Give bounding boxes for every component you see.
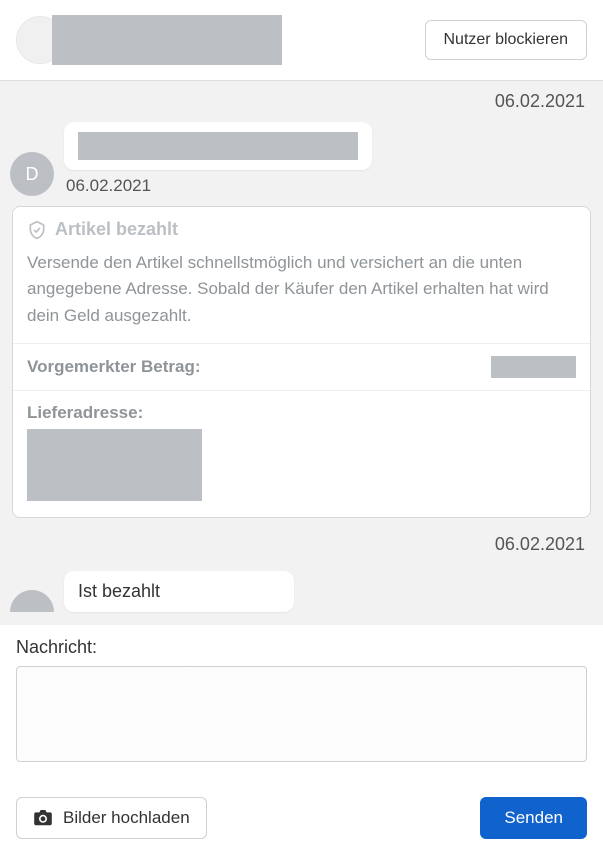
chat-scroll-area[interactable]: 06.02.2021 D 06.02.2021 Artikel bezahlt … xyxy=(0,80,603,625)
compose-actions: Bilder hochladen Senden xyxy=(16,797,587,839)
message-timestamp: 06.02.2021 xyxy=(66,176,372,196)
delivery-address-redacted xyxy=(27,429,202,501)
date-separator: 06.02.2021 xyxy=(10,528,593,567)
delivery-address-row: Lieferadresse: xyxy=(13,391,590,517)
reserved-amount-label: Vorgemerkter Betrag: xyxy=(27,357,201,377)
message-avatar[interactable] xyxy=(10,590,54,612)
reserved-amount-redacted xyxy=(491,356,576,378)
conversation-header: Nutzer blockieren xyxy=(0,0,603,80)
block-user-button[interactable]: Nutzer blockieren xyxy=(425,20,588,60)
header-user-area xyxy=(16,15,282,65)
camera-icon xyxy=(33,810,53,826)
message-bubble xyxy=(64,122,372,170)
reserved-amount-row: Vorgemerkter Betrag: xyxy=(13,344,590,391)
card-instructions: Versende den Artikel schnellstmöglich un… xyxy=(13,246,590,344)
shield-check-icon xyxy=(27,220,47,240)
upload-images-button[interactable]: Bilder hochladen xyxy=(16,797,207,839)
upload-button-label: Bilder hochladen xyxy=(63,808,190,828)
message-row: D 06.02.2021 xyxy=(10,122,593,196)
card-title: Artikel bezahlt xyxy=(55,219,178,240)
message-text: Ist bezahlt xyxy=(78,581,160,601)
message-bubble: Ist bezahlt xyxy=(64,571,294,612)
compose-label: Nachricht: xyxy=(16,637,587,658)
compose-area: Nachricht: Bilder hochladen Senden xyxy=(0,625,603,855)
message-avatar[interactable]: D xyxy=(10,152,54,196)
message-text-redacted xyxy=(78,132,358,160)
message-input[interactable] xyxy=(16,666,587,762)
message-row: Ist bezahlt xyxy=(10,571,593,612)
payment-info-card: Artikel bezahlt Versende den Artikel sch… xyxy=(12,206,591,518)
user-name-redacted xyxy=(52,15,282,65)
card-header: Artikel bezahlt xyxy=(13,207,590,246)
delivery-address-label: Lieferadresse: xyxy=(27,403,576,423)
send-button[interactable]: Senden xyxy=(480,797,587,839)
date-separator: 06.02.2021 xyxy=(10,87,593,122)
